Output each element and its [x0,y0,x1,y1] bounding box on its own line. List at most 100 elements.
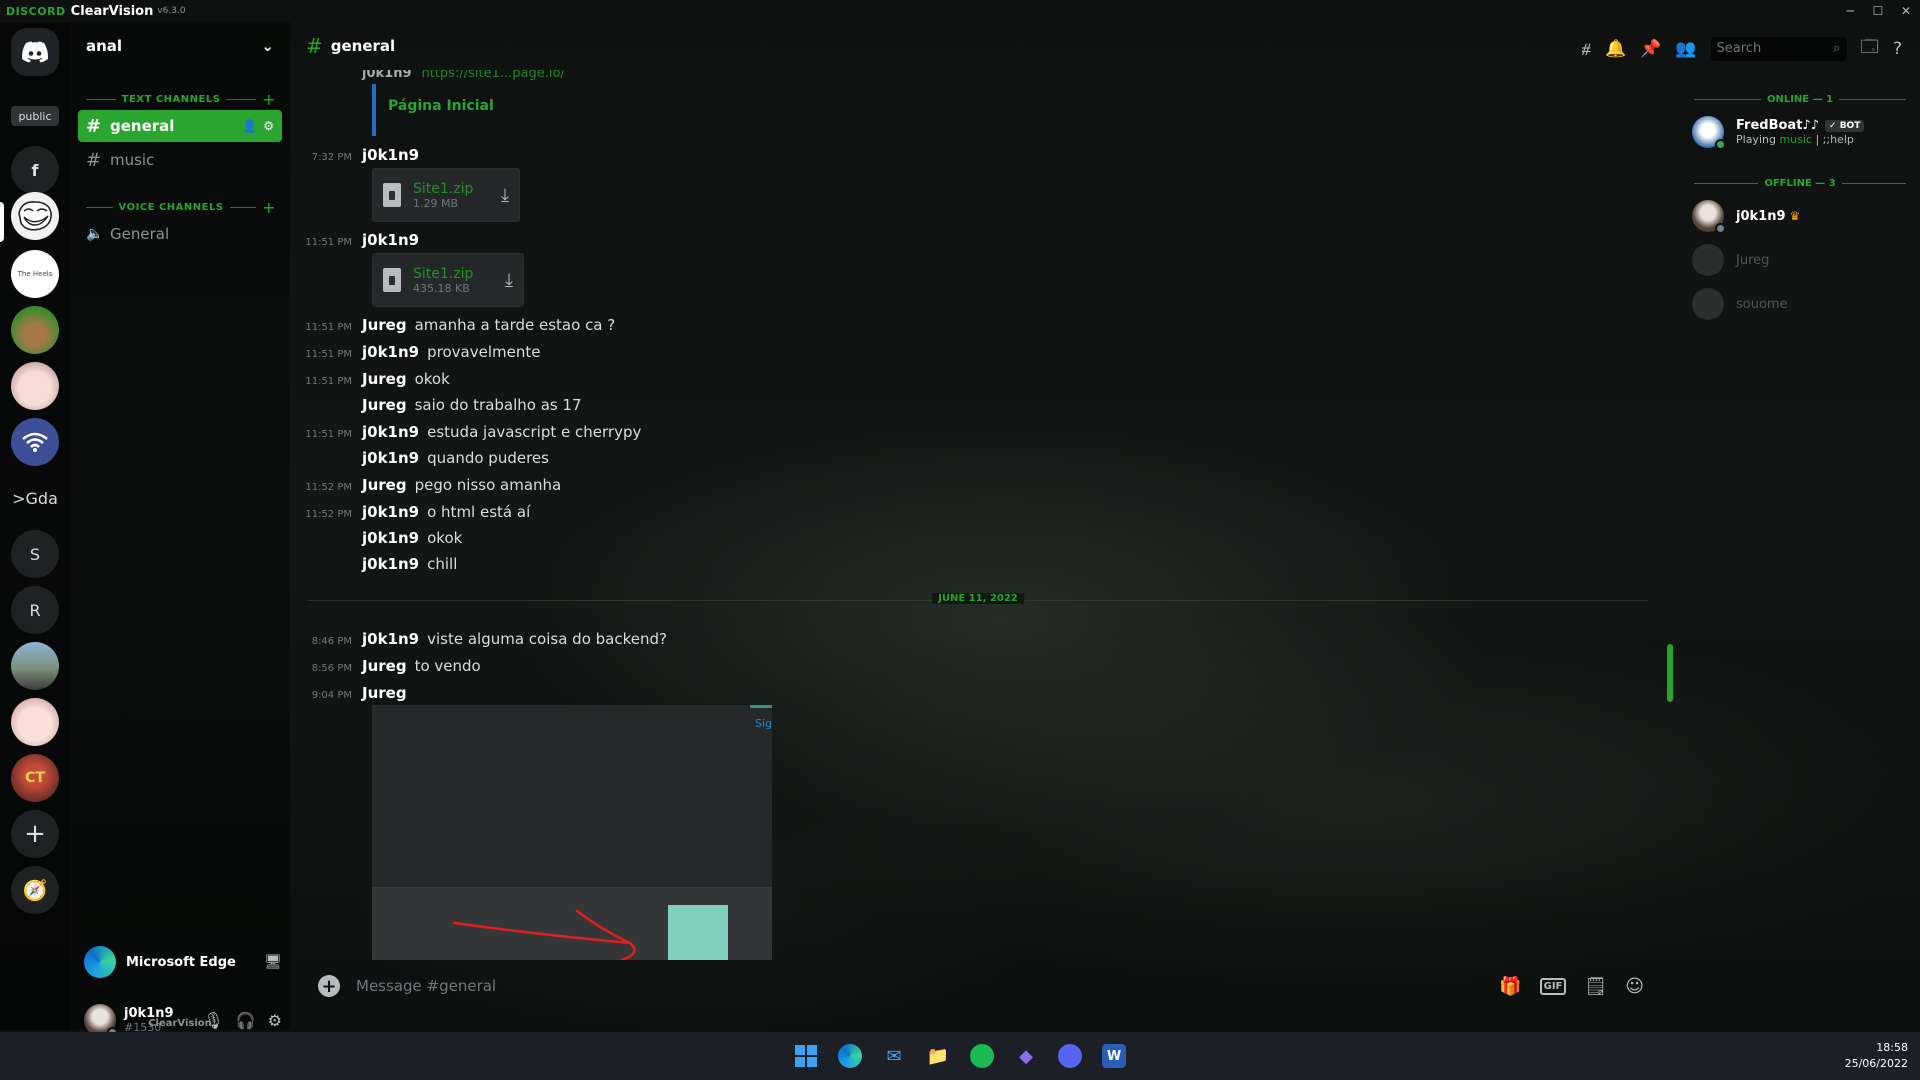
system-clock[interactable]: 18:58 25/06/2022 [1845,1040,1908,1072]
crown-icon: ♛ [1789,209,1801,223]
message: 8:56 PM Jureg to vendo [290,657,1590,675]
screen-share-icon[interactable]: 🖥 [264,954,282,970]
embed-title[interactable]: Página Inicial [388,98,494,114]
activity-prefix: Playing [1736,133,1780,146]
message-author[interactable]: j0k1n9 [362,231,419,249]
server-f[interactable]: f [11,146,59,194]
message-author[interactable]: Jureg [362,396,407,414]
member-souome[interactable]: souome [1692,284,1912,324]
message-content: provavelmente [427,343,541,361]
download-icon[interactable]: ⤓ [505,270,513,291]
message-timestamp: 11:51 PM [305,237,352,248]
image-accent-line [750,705,772,708]
message-content: okok [414,370,450,388]
sticker-icon[interactable]: 🗒 [1584,976,1607,997]
app-diamond-icon[interactable]: ◆ [1011,1041,1041,1071]
emoji-icon[interactable]: ☺ [1625,976,1644,997]
message-composer[interactable]: + Message #general 🎁 GIF 🗒 ☺ [306,964,1656,1008]
search-placeholder: Search [1716,41,1762,56]
inbox-icon[interactable]: 🗔 [1861,34,1879,63]
gif-button[interactable]: GIF [1539,977,1567,995]
file-name[interactable]: Site1.zip [413,181,473,197]
server-the-heels[interactable]: The Heels [11,250,59,298]
message-author[interactable]: j0k1n9 [362,449,419,467]
server-s-label: S [29,544,41,564]
guild-header[interactable]: anal ⌄ [70,22,290,70]
server-anime-2[interactable] [11,698,59,746]
member-jureg[interactable]: Jureg [1692,240,1912,280]
category-voice-channels[interactable]: VOICE CHANNELS + [86,198,276,217]
threads-icon[interactable]: ⧣ [1581,39,1591,59]
message-author[interactable]: j0k1n9 [362,423,419,441]
server-wifi[interactable] [11,418,59,466]
minimize-button[interactable]: ─ [1836,0,1864,22]
mail-icon[interactable]: ✉ [879,1041,909,1071]
channel-music[interactable]: # music [78,144,282,176]
help-icon[interactable]: ? [1893,39,1902,59]
channel-sidebar: anal ⌄ TEXT CHANNELS + # general 👤 ⚙ # m… [70,22,290,1038]
create-text-channel-plus-icon[interactable]: + [262,90,276,109]
member-name: j0k1n9 [1736,208,1786,224]
category-voice-label: VOICE CHANNELS [118,202,224,213]
message-scrollbar-thumb[interactable] [1667,644,1673,702]
channel-general[interactable]: # general 👤 ⚙ [78,110,282,142]
image-attachment[interactable]: Sig [372,705,772,960]
public-tag: public [11,106,59,126]
add-server-button[interactable]: + [11,810,59,858]
gift-icon[interactable]: 🎁 [1499,976,1521,997]
bell-icon[interactable]: 🔔 [1605,39,1626,59]
message-author[interactable]: j0k1n9 [362,503,419,521]
file-attachment: Site1.zip 1.29 MB ⤓ [372,168,520,222]
window-controls: ─ ☐ ✕ [1836,0,1920,22]
edge-taskbar-icon[interactable] [835,1041,865,1071]
server-r[interactable]: R [11,586,59,634]
windows-start-icon[interactable] [791,1041,821,1071]
activity-suffix: | ;;help [1811,133,1854,146]
message-author[interactable]: j0k1n9 [362,529,419,547]
voice-channel-general[interactable]: 🔈 General [78,218,282,250]
message-author[interactable]: j0k1n9 [362,555,419,573]
message-author[interactable]: Jureg [362,684,407,702]
message-author[interactable]: Jureg [362,476,407,494]
attach-plus-icon[interactable]: + [318,975,340,997]
discord-home-button[interactable] [11,28,59,76]
server-frog[interactable] [11,306,59,354]
member-fredboat[interactable]: FredBoat♪♪ ✓ BOT Playing music | ;;help [1692,112,1912,152]
create-voice-channel-plus-icon[interactable]: + [262,198,276,217]
member-list-toggle-icon[interactable]: 👥 [1675,39,1696,59]
hash-icon: # [86,115,102,137]
server-s[interactable]: S [11,530,59,578]
message-author[interactable]: j0k1n9 [362,146,419,164]
pin-icon[interactable]: 📌 [1640,39,1661,59]
message-author[interactable]: Jureg [362,657,407,675]
close-button[interactable]: ✕ [1892,0,1920,22]
explore-servers-button[interactable]: 🧭 [11,866,59,914]
category-text-channels[interactable]: TEXT CHANNELS + [86,90,276,109]
message-author[interactable]: Jureg [362,316,407,334]
spotify-icon[interactable] [967,1041,997,1071]
cut-off-link[interactable]: https://site1...​page.io/ [422,70,565,81]
message: j0k1n9 chill [290,555,1590,573]
invite-members-icon[interactable]: 👤 [242,119,257,133]
message-author[interactable]: Jureg [362,370,407,388]
speaker-icon: 🔈 [86,226,104,242]
server-ct[interactable]: CT [11,754,59,802]
message-author[interactable]: j0k1n9 [362,343,419,361]
server-road[interactable] [11,642,59,690]
discord-taskbar-icon[interactable] [1055,1041,1085,1071]
member-j0k1n9[interactable]: j0k1n9 ♛ [1692,196,1912,236]
server-anime-1[interactable] [11,362,59,410]
word-icon[interactable]: W [1099,1041,1129,1071]
server-gda[interactable]: >Gda [11,474,59,522]
channel-settings-gear-icon[interactable]: ⚙ [263,119,274,133]
maximize-button[interactable]: ☐ [1864,0,1892,22]
download-icon[interactable]: ⤓ [501,185,509,206]
message-author[interactable]: j0k1n9 [362,630,419,648]
message: 8:46 PM j0k1n9 viste alguma coisa do bac… [290,630,1590,648]
server-trollface[interactable] [11,192,59,240]
file-name[interactable]: Site1.zip [413,266,473,282]
file-explorer-icon[interactable]: 📁 [923,1041,953,1071]
search-input[interactable]: Search ⌕ [1710,36,1847,61]
channel-general-label: general [110,117,175,135]
activity-panel: Microsoft Edge 🖥 [78,940,288,984]
